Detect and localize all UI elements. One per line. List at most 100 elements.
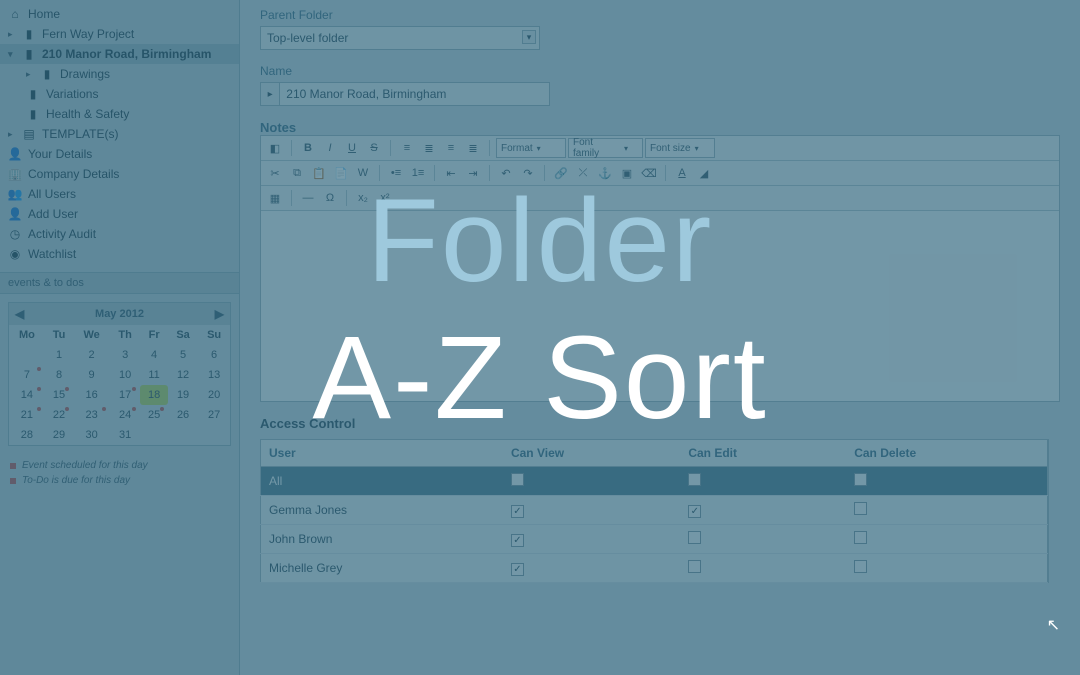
calendar-day-cell[interactable]: 10 xyxy=(110,365,140,385)
calendar-day-cell[interactable]: 9 xyxy=(73,365,110,385)
table-row[interactable]: John Brown✓ xyxy=(261,525,1048,554)
calendar-day-cell[interactable]: 6 xyxy=(198,345,230,365)
bg-color-button[interactable]: ◢ xyxy=(694,163,714,183)
nav-all-users[interactable]: 👥 All Users xyxy=(0,184,239,204)
align-center-button[interactable]: ≣ xyxy=(419,138,439,158)
redo-button[interactable]: ↷ xyxy=(518,163,538,183)
calendar-day-cell[interactable]: 5 xyxy=(168,345,198,365)
nav-templates[interactable]: ▸ ▤ TEMPLATE(s) xyxy=(0,124,239,144)
calendar-day-cell[interactable]: 22 xyxy=(45,405,73,425)
calendar-day-cell[interactable]: 31 xyxy=(110,425,140,445)
table-row[interactable]: Gemma Jones✓✓ xyxy=(261,496,1048,525)
nav-variations[interactable]: ▮ Variations xyxy=(0,84,239,104)
checkbox[interactable]: ✓ xyxy=(511,505,524,518)
checkbox[interactable] xyxy=(854,473,867,486)
char-button[interactable]: Ω xyxy=(320,188,340,208)
table-row[interactable]: All xyxy=(261,467,1048,496)
source-button[interactable]: ◧ xyxy=(265,138,285,158)
anchor-button[interactable]: ⚓ xyxy=(595,163,615,183)
sup-button[interactable]: x² xyxy=(375,188,395,208)
parent-folder-select[interactable]: Top-level folder xyxy=(260,26,540,50)
nav-manor-road[interactable]: ▾ ▮ 210 Manor Road, Birmingham xyxy=(0,44,239,64)
calendar-day-cell[interactable]: 7 xyxy=(9,365,45,385)
calendar-day-cell[interactable]: 24 xyxy=(110,405,140,425)
calendar-day-cell[interactable]: 17 xyxy=(110,385,140,405)
table-row[interactable]: Michelle Grey✓ xyxy=(261,554,1048,583)
italic-button[interactable]: I xyxy=(320,138,340,158)
text-color-button[interactable]: A xyxy=(672,163,692,183)
nav-drawings[interactable]: ▸ ▮ Drawings xyxy=(0,64,239,84)
calendar-day-cell[interactable]: 15 xyxy=(45,385,73,405)
copy-button[interactable]: ⧉ xyxy=(287,163,307,183)
table-scrollbar[interactable] xyxy=(1048,439,1060,583)
paste-text-button[interactable]: 📄 xyxy=(331,163,351,183)
calendar-day-cell[interactable]: 2 xyxy=(73,345,110,365)
font-family-select[interactable]: Font family xyxy=(568,138,643,158)
calendar-day-cell[interactable]: 11 xyxy=(140,365,168,385)
checkbox[interactable] xyxy=(511,473,524,486)
name-disclose-button[interactable]: ▸ xyxy=(260,82,279,106)
calendar-day-cell[interactable]: 25 xyxy=(140,405,168,425)
hr-button[interactable]: — xyxy=(298,188,318,208)
nav-health-safety[interactable]: ▮ Health & Safety xyxy=(0,104,239,124)
nav-home[interactable]: ⌂ Home xyxy=(0,4,239,24)
select-caret-icon[interactable]: ▾ xyxy=(522,30,536,44)
link-button[interactable]: 🔗 xyxy=(551,163,571,183)
calendar-day-cell[interactable]: 14 xyxy=(9,385,45,405)
checkbox[interactable] xyxy=(688,531,701,544)
nav-fern-way[interactable]: ▸ ▮ Fern Way Project xyxy=(0,24,239,44)
calendar-day-cell[interactable]: 8 xyxy=(45,365,73,385)
calendar-day-cell[interactable]: 18 xyxy=(140,385,168,405)
nav-add-user[interactable]: 👤 Add User xyxy=(0,204,239,224)
clean-button[interactable]: ⌫ xyxy=(639,163,659,183)
nav-your-details[interactable]: 👤 Your Details xyxy=(0,144,239,164)
calendar-day-cell[interactable]: 26 xyxy=(168,405,198,425)
font-size-select[interactable]: Font size xyxy=(645,138,715,158)
calendar-day-cell[interactable]: 3 xyxy=(110,345,140,365)
align-left-button[interactable]: ≡ xyxy=(397,138,417,158)
calendar-next-icon[interactable]: ▶ xyxy=(215,307,224,321)
calendar-day-cell[interactable]: 28 xyxy=(9,425,45,445)
format-select[interactable]: Format xyxy=(496,138,566,158)
checkbox[interactable] xyxy=(854,502,867,515)
bold-button[interactable]: B xyxy=(298,138,318,158)
checkbox[interactable] xyxy=(688,560,701,573)
calendar-day-cell[interactable]: 20 xyxy=(198,385,230,405)
nav-activity-audit[interactable]: ◷ Activity Audit xyxy=(0,224,239,244)
nav-watchlist[interactable]: ◉ Watchlist xyxy=(0,244,239,264)
calendar-day-cell[interactable]: 27 xyxy=(198,405,230,425)
undo-button[interactable]: ↶ xyxy=(496,163,516,183)
checkbox[interactable]: ✓ xyxy=(688,505,701,518)
calendar-day-cell[interactable]: 12 xyxy=(168,365,198,385)
cut-button[interactable]: ✂ xyxy=(265,163,285,183)
ol-button[interactable]: 1≡ xyxy=(408,163,428,183)
calendar-day-cell[interactable]: 19 xyxy=(168,385,198,405)
underline-button[interactable]: U xyxy=(342,138,362,158)
align-right-button[interactable]: ≡ xyxy=(441,138,461,158)
checkbox[interactable] xyxy=(854,531,867,544)
calendar-day-cell[interactable]: 23 xyxy=(73,405,110,425)
checkbox[interactable] xyxy=(854,560,867,573)
name-input[interactable] xyxy=(279,82,550,106)
calendar-day-cell[interactable]: 4 xyxy=(140,345,168,365)
unlink-button[interactable]: ⤫ xyxy=(573,163,593,183)
paste-word-button[interactable]: W xyxy=(353,163,373,183)
calendar-day-cell[interactable]: 30 xyxy=(73,425,110,445)
calendar-day-cell[interactable]: 1 xyxy=(45,345,73,365)
paste-button[interactable]: 📋 xyxy=(309,163,329,183)
editor-content[interactable] xyxy=(261,211,1059,401)
indent-button[interactable]: ⇥ xyxy=(463,163,483,183)
calendar-day-cell[interactable]: 13 xyxy=(198,365,230,385)
calendar-day-cell[interactable]: 21 xyxy=(9,405,45,425)
outdent-button[interactable]: ⇤ xyxy=(441,163,461,183)
nav-company-details[interactable]: 🏢 Company Details xyxy=(0,164,239,184)
align-justify-button[interactable]: ≣ xyxy=(463,138,483,158)
checkbox[interactable]: ✓ xyxy=(511,563,524,576)
strike-button[interactable]: S xyxy=(364,138,384,158)
checkbox[interactable]: ✓ xyxy=(511,534,524,547)
calendar-day-cell[interactable]: 29 xyxy=(45,425,73,445)
calendar-prev-icon[interactable]: ◀ xyxy=(15,307,24,321)
calendar-day-cell[interactable]: 16 xyxy=(73,385,110,405)
table-button[interactable]: ▦ xyxy=(265,188,285,208)
ul-button[interactable]: •≡ xyxy=(386,163,406,183)
